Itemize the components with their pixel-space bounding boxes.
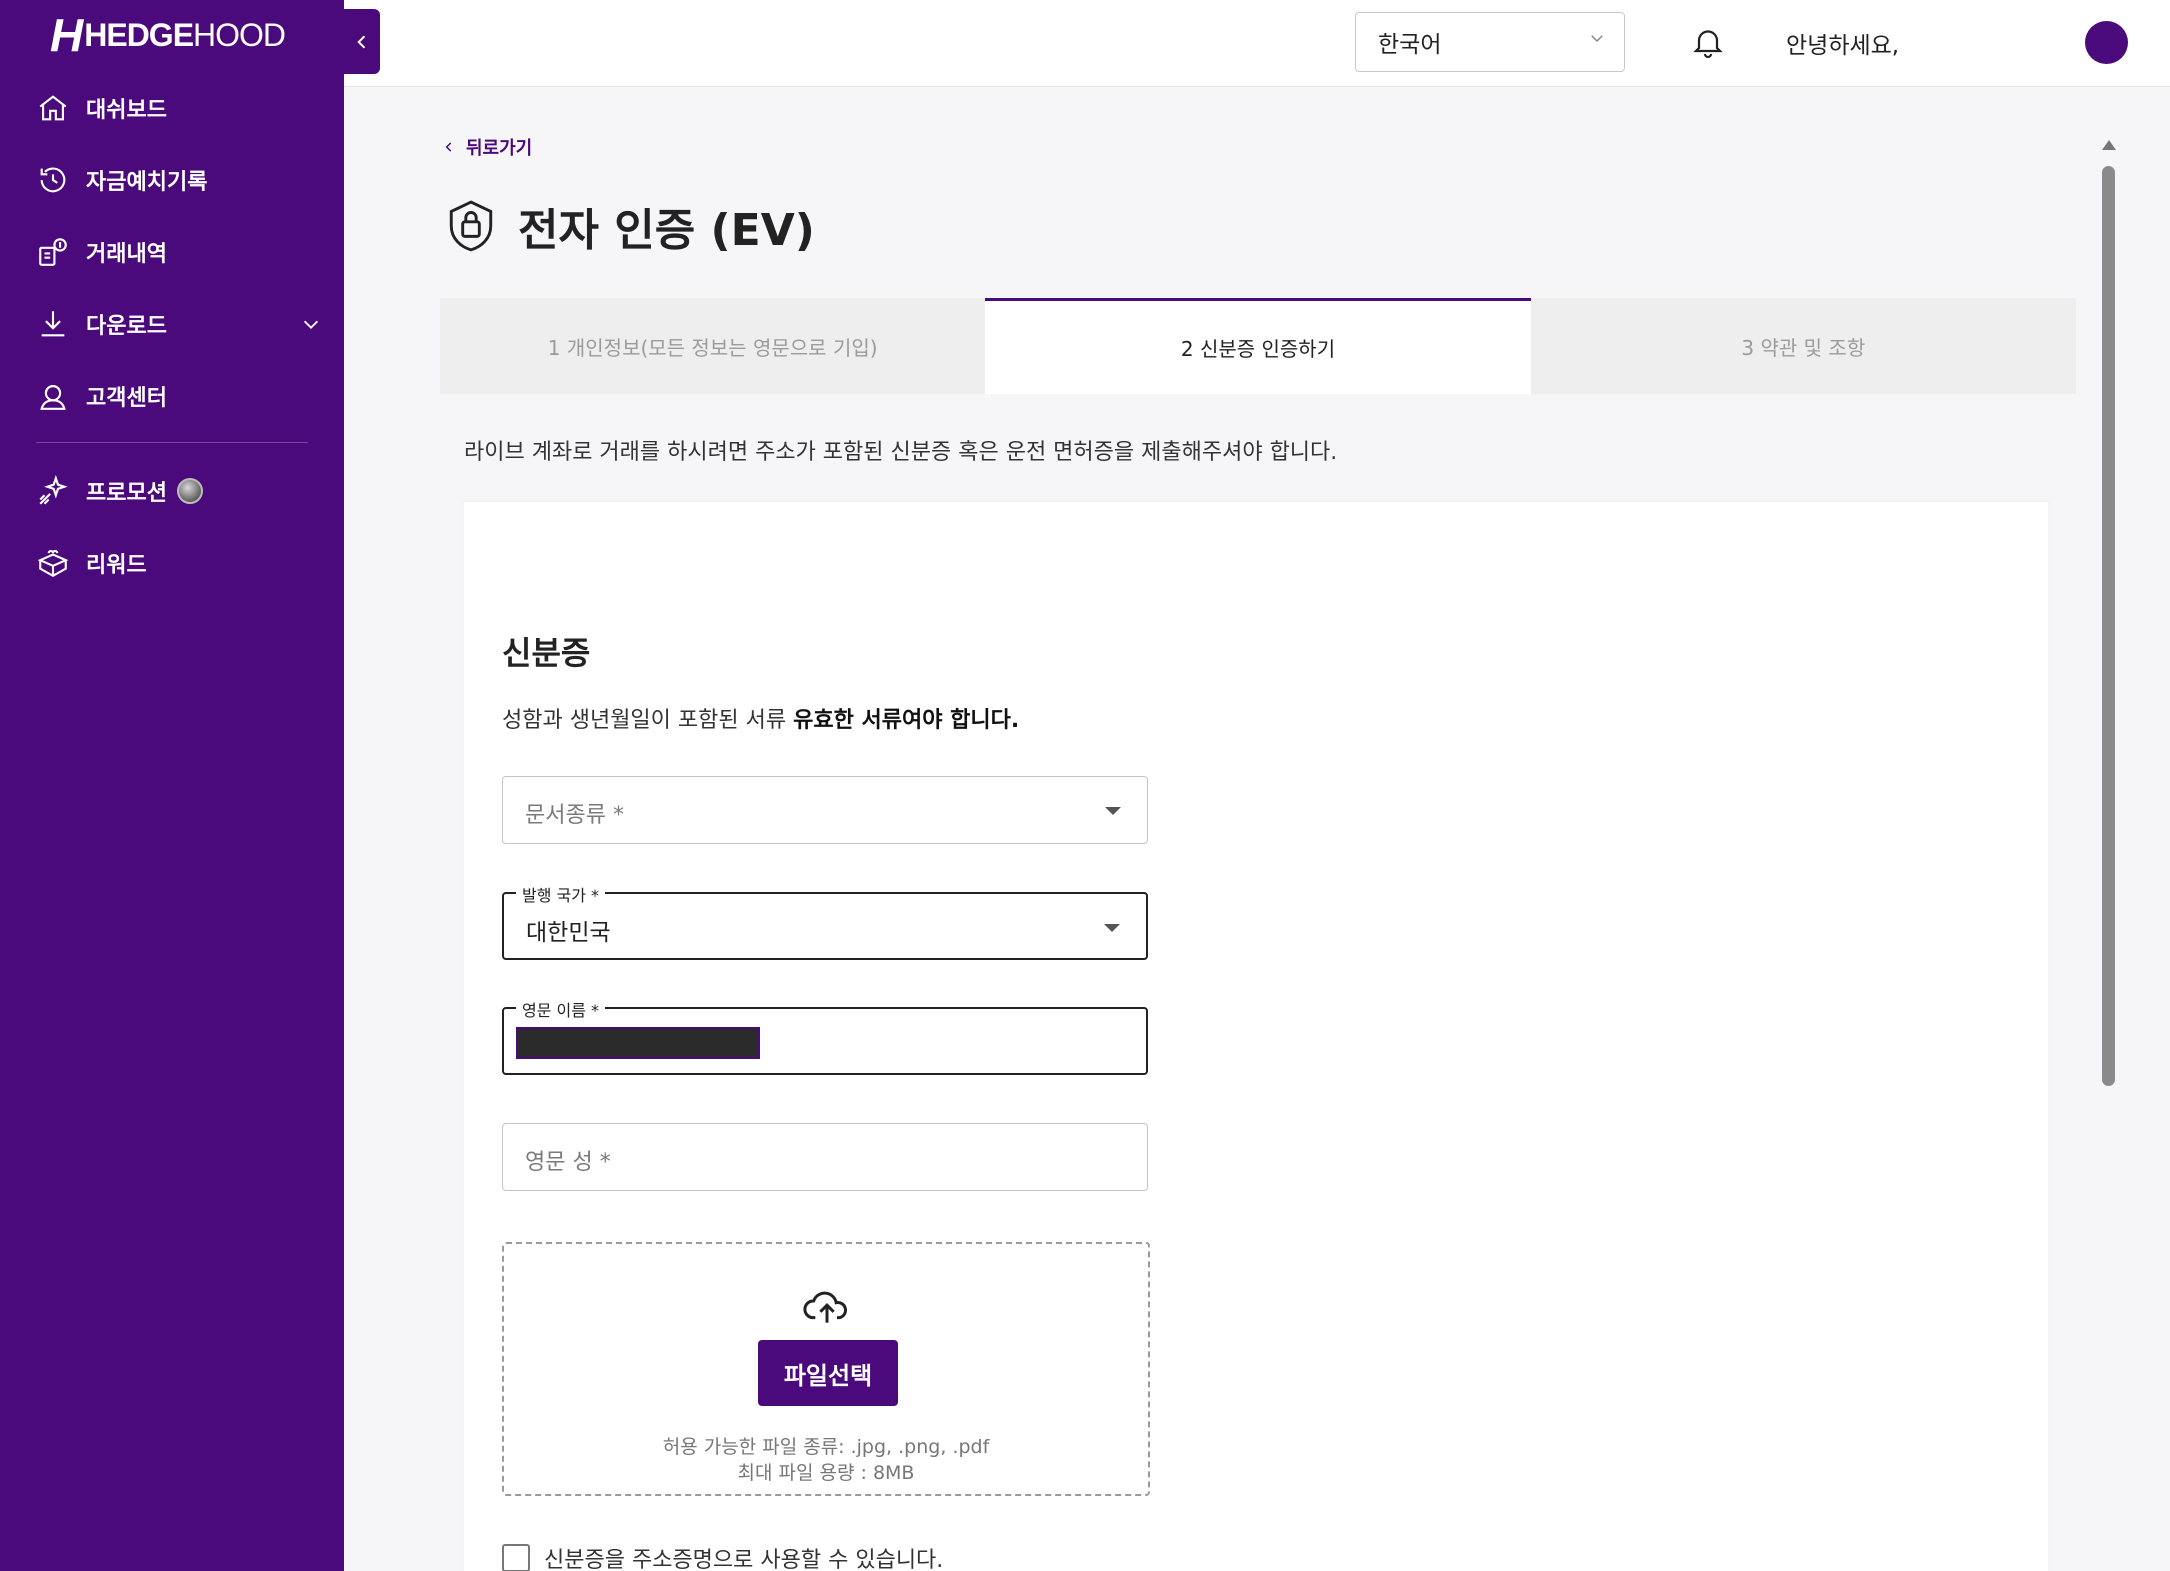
sidebar-item-promotion[interactable]: 프로모션 bbox=[0, 455, 344, 527]
id-card-panel: 신분증 성함과 생년월일이 포함된 서류 유효한 서류여야 합니다. 문서종류 … bbox=[464, 502, 2048, 1571]
document-type-select[interactable]: 문서종류 * bbox=[502, 776, 1148, 844]
gift-icon bbox=[37, 549, 69, 577]
scrollbar[interactable] bbox=[2102, 140, 2116, 1240]
page-title: 전자 인증 (EV) bbox=[446, 194, 815, 258]
last-name-field[interactable]: 영문 성 * bbox=[502, 1123, 1148, 1191]
tab-id-verification[interactable]: 2 신분증 인증하기 bbox=[985, 298, 1531, 394]
issuing-country-select[interactable]: 발행 국가 * 대한민국 bbox=[502, 882, 1148, 960]
coin-badge-icon bbox=[176, 478, 203, 504]
issuing-country-value: 대한민국 bbox=[526, 920, 611, 946]
tab-terms[interactable]: 3 약관 및 조항 bbox=[1530, 298, 2076, 394]
upload-file-types: 허용 가능한 파일 종류: .jpg, .png, .pdf bbox=[662, 1436, 990, 1458]
last-name-placeholder: 영문 성 * bbox=[525, 1150, 611, 1175]
language-select-value: 한국어 bbox=[1378, 32, 1442, 58]
back-link[interactable]: 뒤로가기 bbox=[442, 134, 532, 160]
dropdown-arrow-icon bbox=[1105, 807, 1121, 815]
sidebar-item-download[interactable]: 다운로드 bbox=[0, 288, 344, 360]
sidebar-item-dashboard[interactable]: 대쉬보드 bbox=[0, 72, 344, 144]
scroll-up-arrow-icon[interactable] bbox=[2102, 140, 2116, 150]
step-tabs: 1 개인정보(모든 정보는 영문으로 기입) 2 신분증 인증하기 3 약관 및… bbox=[440, 298, 2076, 394]
page-title-text: 전자 인증 (EV) bbox=[518, 205, 815, 256]
card-subtitle: 성함과 생년월일이 포함된 서류 유효한 서류여야 합니다. bbox=[502, 702, 1019, 734]
chevron-down-icon[interactable] bbox=[300, 313, 322, 335]
sidebar-item-rewards[interactable]: 리워드 bbox=[0, 527, 344, 599]
back-link-label: 뒤로가기 bbox=[466, 138, 533, 159]
sidebar-item-label: 거래내역 bbox=[86, 242, 167, 267]
sparkle-icon bbox=[39, 474, 68, 505]
sidebar-item-label: 다운로드 bbox=[86, 314, 167, 339]
sidebar-collapse-button[interactable] bbox=[344, 9, 380, 74]
download-icon bbox=[41, 311, 65, 337]
sidebar: H HEDGE HOOD 대쉬보드 자금예치기록 거래내역 다운로드 고객센터 … bbox=[0, 0, 344, 1571]
chevron-left-icon bbox=[445, 142, 452, 152]
address-proof-checkbox-label: 신분증을 주소증명으로 사용할 수 있습니다. bbox=[544, 1548, 944, 1571]
greeting-text: 안녕하세요, bbox=[1786, 33, 1900, 59]
redacted-value bbox=[516, 1027, 760, 1059]
brand-logo[interactable]: H HEDGE HOOD bbox=[50, 9, 286, 61]
cloud-upload-icon bbox=[803, 1291, 847, 1323]
choose-file-button[interactable]: 파일선택 bbox=[758, 1340, 898, 1406]
first-name-field[interactable]: 영문 이름 * bbox=[502, 997, 1148, 1075]
card-subtitle-bold: 유효한 서류여야 합니다. bbox=[793, 708, 1020, 733]
address-proof-checkbox[interactable] bbox=[502, 1544, 530, 1571]
first-name-label: 영문 이름 * bbox=[516, 997, 606, 1021]
sidebar-nav: 대쉬보드 자금예치기록 거래내역 다운로드 고객센터 프로모션 리워드 bbox=[0, 72, 344, 599]
sidebar-item-label: 대쉬보드 bbox=[86, 98, 167, 123]
sidebar-divider bbox=[36, 442, 308, 443]
file-upload-dropzone[interactable]: 파일선택 허용 가능한 파일 종류: .jpg, .png, .pdf 최대 파… bbox=[502, 1242, 1150, 1496]
sidebar-item-transactions[interactable]: 거래내역 bbox=[0, 216, 344, 288]
intro-text: 라이브 계좌로 거래를 하시려면 주소가 포함된 신분증 혹은 운전 면허증을 … bbox=[464, 440, 1338, 465]
card-title: 신분증 bbox=[502, 634, 591, 672]
sidebar-item-deposit-history[interactable]: 자금예치기록 bbox=[0, 144, 344, 216]
avatar[interactable] bbox=[2085, 21, 2128, 64]
sidebar-item-label: 고객센터 bbox=[86, 386, 167, 411]
history-icon bbox=[40, 167, 66, 193]
sidebar-item-support[interactable]: 고객센터 bbox=[0, 360, 344, 432]
language-select[interactable]: 한국어 bbox=[1355, 12, 1625, 72]
sidebar-item-label: 리워드 bbox=[86, 553, 147, 578]
dropdown-arrow-icon bbox=[1104, 924, 1120, 932]
sidebar-item-label: 프로모션 bbox=[86, 481, 167, 506]
shield-lock-icon bbox=[449, 200, 493, 252]
transactions-icon bbox=[39, 238, 67, 266]
address-proof-checkbox-row[interactable]: 신분증을 주소증명으로 사용할 수 있습니다. bbox=[502, 1542, 943, 1571]
upload-max-size: 최대 파일 용량 : 8MB bbox=[737, 1462, 915, 1484]
main-content: 뒤로가기 전자 인증 (EV) 1 개인정보(모든 정보는 영문으로 기입) 2… bbox=[344, 88, 2170, 1571]
top-bar: 한국어 안녕하세요, bbox=[344, 0, 2170, 87]
issuing-country-label: 발행 국가 * bbox=[516, 882, 606, 906]
home-icon bbox=[39, 95, 67, 121]
scrollbar-thumb[interactable] bbox=[2102, 166, 2115, 1086]
card-subtitle-prefix: 성함과 생년월일이 포함된 서류 bbox=[502, 708, 787, 733]
tab-personal-info[interactable]: 1 개인정보(모든 정보는 영문으로 기입) bbox=[440, 298, 986, 394]
support-icon bbox=[40, 385, 66, 410]
notification-bell-icon[interactable] bbox=[1690, 24, 1726, 60]
sidebar-item-label: 자금예치기록 bbox=[86, 170, 208, 195]
document-type-placeholder: 문서종류 * bbox=[525, 803, 624, 828]
chevron-down-icon bbox=[1591, 35, 1603, 43]
chevron-left-icon bbox=[357, 34, 366, 49]
